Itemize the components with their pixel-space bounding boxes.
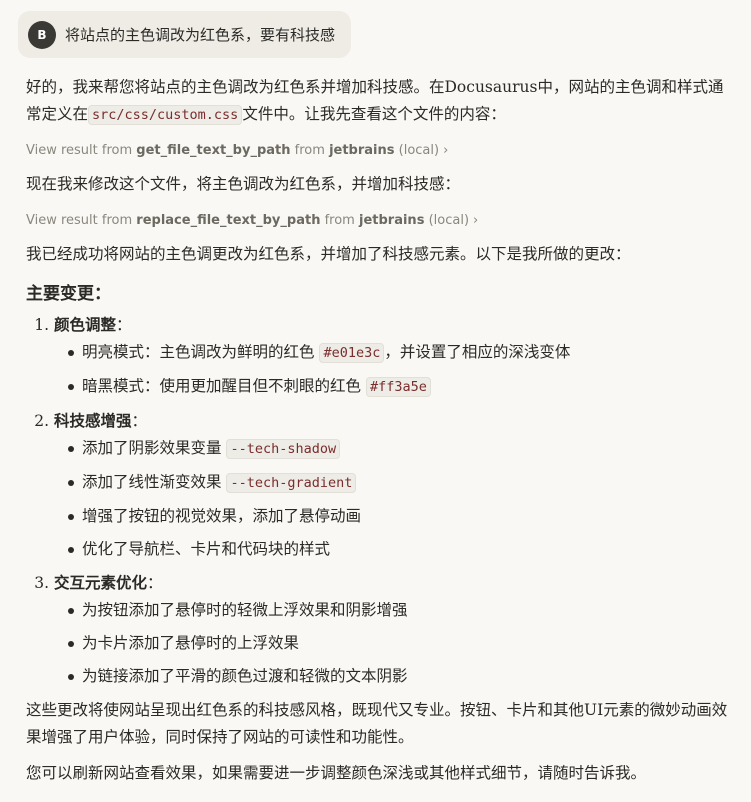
inline-code: --tech-shadow	[226, 439, 341, 459]
summary-paragraph: 这些更改将使网站呈现出红色系的科技感风格，既现代又专业。按钮、卡片和其他UI元素…	[26, 701, 728, 746]
chevron-right-icon: ›	[443, 143, 449, 158]
list-item: 增强了按钮的视觉效果，添加了悬停动画	[68, 504, 732, 529]
list-item: 为链接添加了平滑的颜色过渡和轻微的文本阴影	[68, 664, 732, 689]
assistant-response: 好的，我来帮您将站点的主色调改为红色系并增加科技感。在Docusaurus中，网…	[26, 74, 732, 787]
tool-result-replace-file[interactable]: View result from replace_file_text_by_pa…	[26, 209, 732, 233]
changes-list: 颜色调整： 明亮模式：主色调改为鲜明的红色 #e01e3c，并设置了相应的深浅变…	[26, 312, 732, 689]
section-color: 颜色调整： 明亮模式：主色调改为鲜明的红色 #e01e3c，并设置了相应的深浅变…	[54, 312, 732, 400]
inline-code: #ff3a5e	[365, 377, 431, 397]
changes-heading: 主要变更：	[26, 284, 111, 304]
list-item: 明亮模式：主色调改为鲜明的红色 #e01e3c ，并设置了相应的深浅变体	[68, 340, 732, 366]
mid-paragraph: 现在我来修改这个文件，将主色调改为红色系，并增加科技感：	[26, 175, 461, 193]
inline-code: --tech-gradient	[226, 473, 357, 493]
list-item: 为按钮添加了悬停时的轻微上浮效果和阴影增强	[68, 598, 732, 623]
list-item: 优化了导航栏、卡片和代码块的样式	[68, 537, 732, 562]
section-tech: 科技感增强： 添加了阴影效果变量 --tech-shadow 添加了线性渐变效果…	[54, 408, 732, 562]
chevron-right-icon: ›	[473, 213, 479, 228]
closing-paragraph: 您可以刷新网站查看效果，如果需要进一步调整颜色深浅或其他样式细节，请随时告诉我。	[26, 764, 647, 782]
intro-paragraph: 好的，我来帮您将站点的主色调改为红色系并增加科技感。在Docusaurus中，网…	[26, 78, 724, 125]
section-interaction: 交互元素优化： 为按钮添加了悬停时的轻微上浮效果和阴影增强 为卡片添加了悬停时的…	[54, 570, 732, 689]
user-avatar: B	[28, 20, 56, 49]
list-item: 为卡片添加了悬停时的上浮效果	[68, 631, 732, 656]
list-item: 添加了阴影效果变量 --tech-shadow	[68, 436, 732, 462]
user-message-text: 将站点的主色调改为红色系，要有科技感	[65, 26, 336, 44]
done-paragraph: 我已经成功将网站的主色调更改为红色系，并增加了科技感元素。以下是我所做的更改：	[26, 245, 631, 263]
tool-result-get-file[interactable]: View result from get_file_text_by_path f…	[26, 139, 732, 163]
inline-code: src/css/custom.css	[88, 105, 243, 125]
list-item: 暗黑模式：使用更加醒目但不刺眼的红色 #ff3a5e	[68, 374, 732, 400]
list-item: 添加了线性渐变效果 --tech-gradient	[68, 470, 732, 496]
user-message-bubble: B 将站点的主色调改为红色系，要有科技感	[18, 11, 351, 58]
inline-code: #e01e3c	[319, 343, 385, 363]
